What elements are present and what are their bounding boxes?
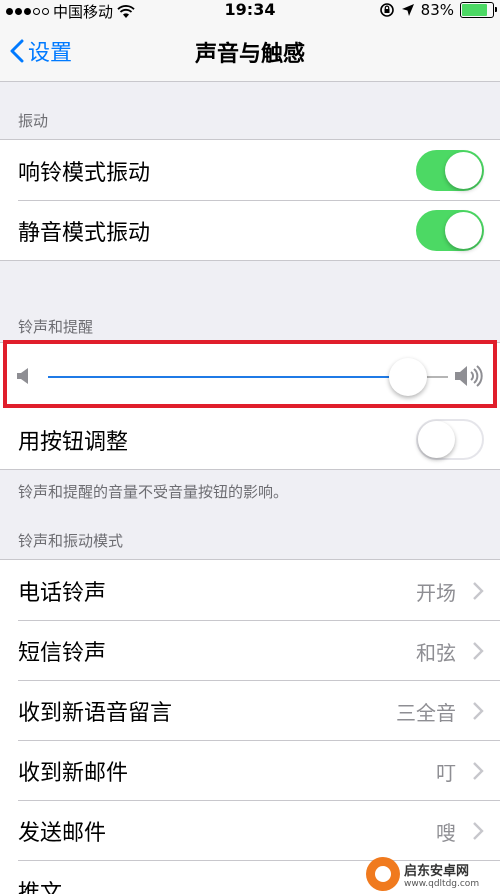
row-ringtone[interactable]: 电话铃声 开场 bbox=[0, 560, 500, 620]
row-label: 电话铃声 bbox=[18, 581, 107, 606]
row-new-mail[interactable]: 收到新邮件 叮 bbox=[0, 740, 500, 800]
status-bar: 中国移动 19:34 83% bbox=[0, 0, 500, 21]
row-text-tone[interactable]: 短信铃声 和弦 bbox=[0, 620, 500, 680]
chevron-right-icon bbox=[473, 582, 484, 600]
watermark-logo-icon bbox=[366, 857, 400, 891]
row-change-with-buttons: 用按钮调整 bbox=[0, 409, 500, 469]
chevron-right-icon bbox=[473, 642, 484, 660]
highlight-box bbox=[3, 340, 497, 408]
row-value: 开场 bbox=[416, 581, 456, 605]
change-with-buttons-switch[interactable] bbox=[416, 419, 484, 460]
row-label: 用按钮调整 bbox=[18, 430, 129, 455]
patterns-group: 电话铃声 开场 短信铃声 和弦 收到新语音留言 三全音 收到新邮件 叮 发送邮件… bbox=[0, 559, 500, 894]
row-label: 响铃模式振动 bbox=[18, 161, 151, 186]
location-arrow-icon bbox=[401, 4, 414, 16]
row-label: 推文 bbox=[18, 881, 63, 894]
chevron-right-icon bbox=[473, 822, 484, 840]
row-label: 收到新邮件 bbox=[18, 761, 129, 786]
watermark-url: www.qdltdg.com bbox=[404, 878, 480, 889]
row-sent-mail[interactable]: 发送邮件 嗖 bbox=[0, 800, 500, 860]
vibrate-group: 响铃模式振动 静音模式振动 bbox=[0, 139, 500, 261]
row-value: 叮 bbox=[436, 761, 456, 785]
vibrate-on-silent-switch[interactable] bbox=[416, 210, 484, 251]
section-footer-ringer: 铃声和提醒的音量不受音量按钮的影响。 bbox=[18, 483, 289, 501]
row-label: 收到新语音留言 bbox=[18, 701, 173, 726]
rotation-lock-icon bbox=[379, 3, 394, 17]
battery-icon bbox=[460, 2, 497, 18]
row-label: 静音模式振动 bbox=[18, 221, 151, 246]
battery-percent: 83% bbox=[420, 1, 454, 19]
row-vibrate-on-silent: 静音模式振动 bbox=[0, 200, 500, 260]
row-vibrate-on-ring: 响铃模式振动 bbox=[0, 140, 500, 200]
row-value: 三全音 bbox=[396, 701, 456, 725]
row-value: 和弦 bbox=[416, 641, 456, 665]
chevron-right-icon bbox=[473, 702, 484, 720]
section-header-ringer: 铃声和提醒 bbox=[18, 318, 94, 336]
watermark-text: 启东安卓网 www.qdltdg.com bbox=[404, 860, 479, 889]
section-header-patterns: 铃声和振动模式 bbox=[18, 532, 124, 550]
chevron-right-icon bbox=[473, 762, 484, 780]
page-title: 声音与触感 bbox=[194, 42, 305, 67]
row-label: 发送邮件 bbox=[18, 821, 107, 846]
battery-fill bbox=[462, 4, 487, 16]
status-right: 83% bbox=[379, 1, 497, 19]
section-header-vibrate: 振动 bbox=[18, 112, 49, 130]
watermark: 启东安卓网 www.qdltdg.com bbox=[366, 856, 494, 892]
row-new-voicemail[interactable]: 收到新语音留言 三全音 bbox=[0, 680, 500, 740]
row-value: 嗖 bbox=[436, 821, 456, 845]
switch-knob bbox=[445, 212, 482, 249]
row-label: 短信铃声 bbox=[18, 641, 107, 666]
watermark-title: 启东安卓网 bbox=[404, 863, 470, 879]
navigation-bar: 设置 声音与触感 bbox=[0, 20, 500, 82]
switch-knob bbox=[445, 152, 482, 189]
vibrate-on-ring-switch[interactable] bbox=[416, 150, 484, 191]
switch-knob bbox=[418, 421, 455, 458]
